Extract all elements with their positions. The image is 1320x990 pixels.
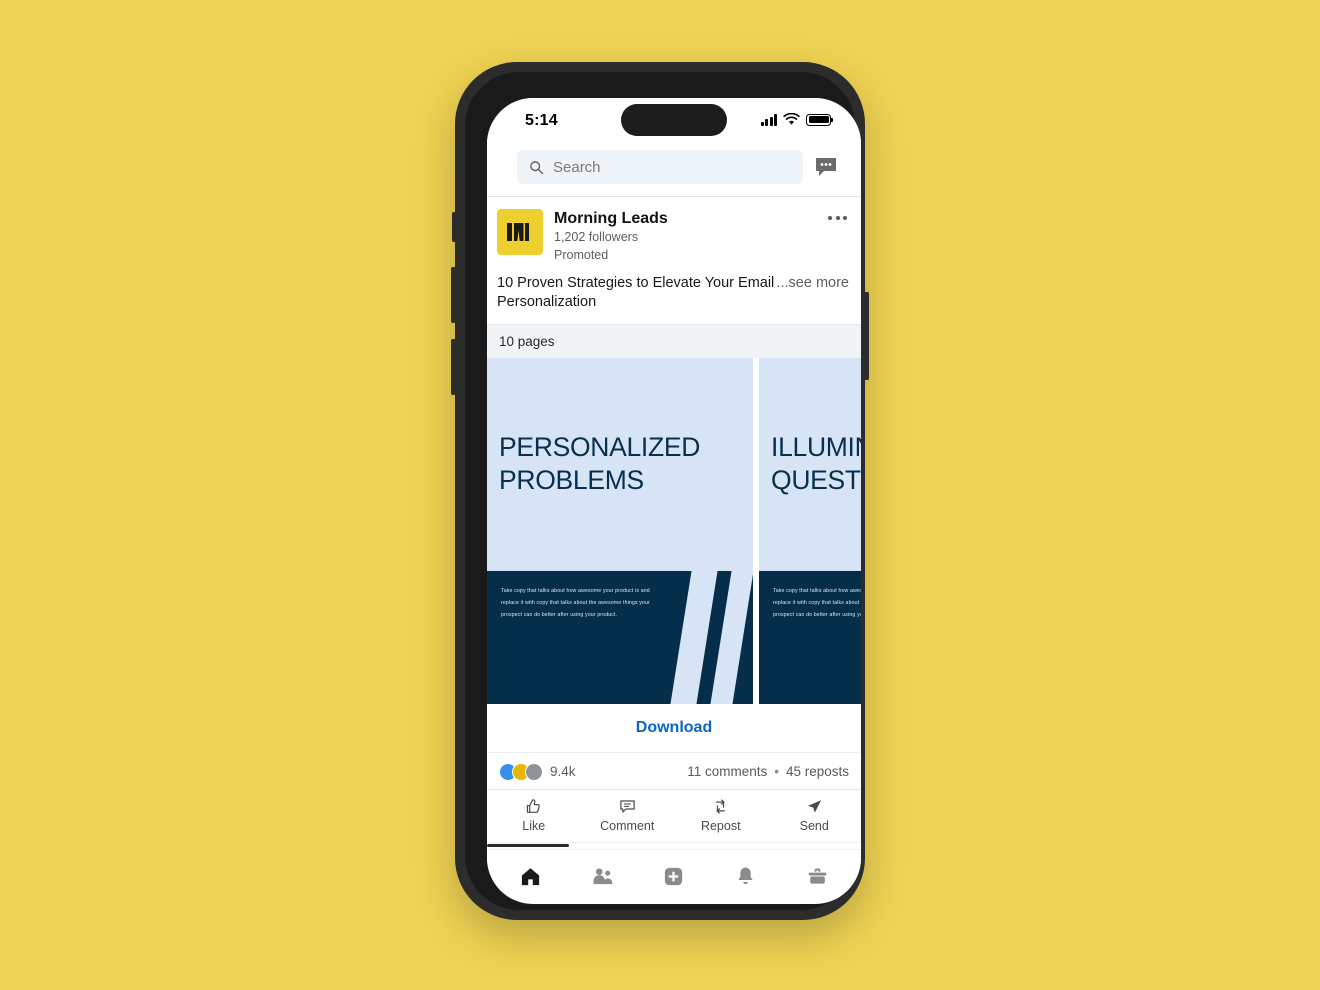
add-post-icon [665,868,683,886]
engagement-summary: 9.4k 11 comments • 45 reposts [487,752,861,789]
volume-down-button[interactable] [451,339,456,395]
slide-title: ILLUMINATING QUESTIONS [771,432,861,496]
slide-body-text: Take copy that talks about how awesome y… [501,587,650,619]
power-button[interactable] [864,292,869,380]
post-author-name[interactable]: Morning Leads [554,209,828,229]
slide-body-area: Take copy that talks about how awesome y… [487,570,753,704]
cellular-bars-icon [760,113,777,126]
slide-body-area: Take copy that talks about how awesome y… [759,570,861,704]
post-promoted-label: Promoted [554,247,609,262]
status-bar: 5:14 [487,98,861,146]
repost-count[interactable]: 45 reposts [786,764,849,779]
document-carousel[interactable]: PERSONALIZED PROBLEMS Take copy that tal… [487,357,861,704]
dynamic-island [621,104,727,136]
more-options-icon[interactable] [828,209,847,220]
post-header: Morning Leads 1,202 followers Promoted [487,197,861,265]
nav-post[interactable] [638,860,710,894]
thumbs-up-icon [527,799,541,813]
separator: • [774,764,779,780]
search-placeholder: Search [553,158,601,176]
bottom-navigation [487,848,861,900]
morning-leads-logo[interactable] [497,209,543,255]
comment-bubble-icon [620,800,635,813]
messaging-bubble-icon[interactable] [813,154,839,180]
post-text: 10 Proven Strategies to Elevate Your Ema… [497,274,775,311]
action-label: Like [522,818,546,833]
repost-button[interactable]: Repost [674,797,768,833]
scroll-thumb[interactable] [487,843,570,847]
slide-title: PERSONALIZED PROBLEMS [499,432,701,496]
mute-switch[interactable] [452,212,456,242]
home-icon [522,868,540,886]
action-label: Comment [600,818,655,833]
reaction-count[interactable]: 9.4k [550,764,576,779]
nav-jobs[interactable] [781,860,853,894]
send-paper-plane-icon [807,800,821,813]
decorative-slash-icon [670,570,718,704]
briefcase-icon [808,868,826,885]
search-icon [530,160,544,174]
search-input[interactable]: Search [517,150,803,184]
action-label: Repost [700,818,741,833]
comment-count[interactable]: 11 comments [687,764,767,779]
post-author-block: Morning Leads 1,202 followers Promoted [554,209,828,265]
slide-title-area: PERSONALIZED PROBLEMS [487,358,753,571]
carousel-slide[interactable]: ILLUMINATING QUESTIONS Take copy that ta… [759,357,861,704]
phone-screen: 5:14 Search Morning Leads 1,202 follower… [487,98,861,904]
repost-arrows-icon [716,799,726,814]
phone-bezel: 5:14 Search Morning Leads 1,202 follower… [465,72,861,910]
status-indicators [760,113,833,126]
slide-title-area: ILLUMINATING QUESTIONS [759,358,861,571]
wifi-icon [783,113,800,125]
post-body: ...see more 10 Proven Strategies to Elev… [487,265,861,324]
nav-notifications[interactable] [710,860,782,894]
phone-device: 5:14 Search Morning Leads 1,202 follower… [451,62,869,920]
reaction-icons[interactable] [499,762,543,781]
action-label: Send [799,818,829,833]
comment-button[interactable]: Comment [581,797,675,833]
feed-post: Morning Leads 1,202 followers Promoted .… [487,197,861,842]
send-button[interactable]: Send [768,797,862,833]
scroll-indicator[interactable] [487,841,861,849]
status-time: 5:14 [525,112,558,129]
nav-home[interactable] [495,860,567,894]
carousel-slide[interactable]: PERSONALIZED PROBLEMS Take copy that tal… [487,357,753,704]
search-bar: Search [487,146,861,196]
post-followers: 1,202 followers [554,230,639,244]
volume-up-button[interactable] [451,267,456,323]
slide-body-text: Take copy that talks about how awesome y… [773,587,861,619]
document-pages-label: 10 pages [487,323,861,358]
download-button[interactable]: Download [487,703,861,753]
nav-network[interactable] [567,860,639,894]
my-network-icon [593,868,612,885]
clap-reaction-icon [525,762,543,781]
like-button[interactable]: Like [487,797,581,833]
comments-reposts: 11 comments • 45 reposts [687,764,849,779]
decorative-slash-icon [710,570,753,704]
post-action-bar: Like Comment Repost Send [487,788,862,842]
battery-full-icon [806,113,833,126]
bell-icon [738,867,753,885]
see-more-link[interactable]: ...see more [776,274,849,294]
